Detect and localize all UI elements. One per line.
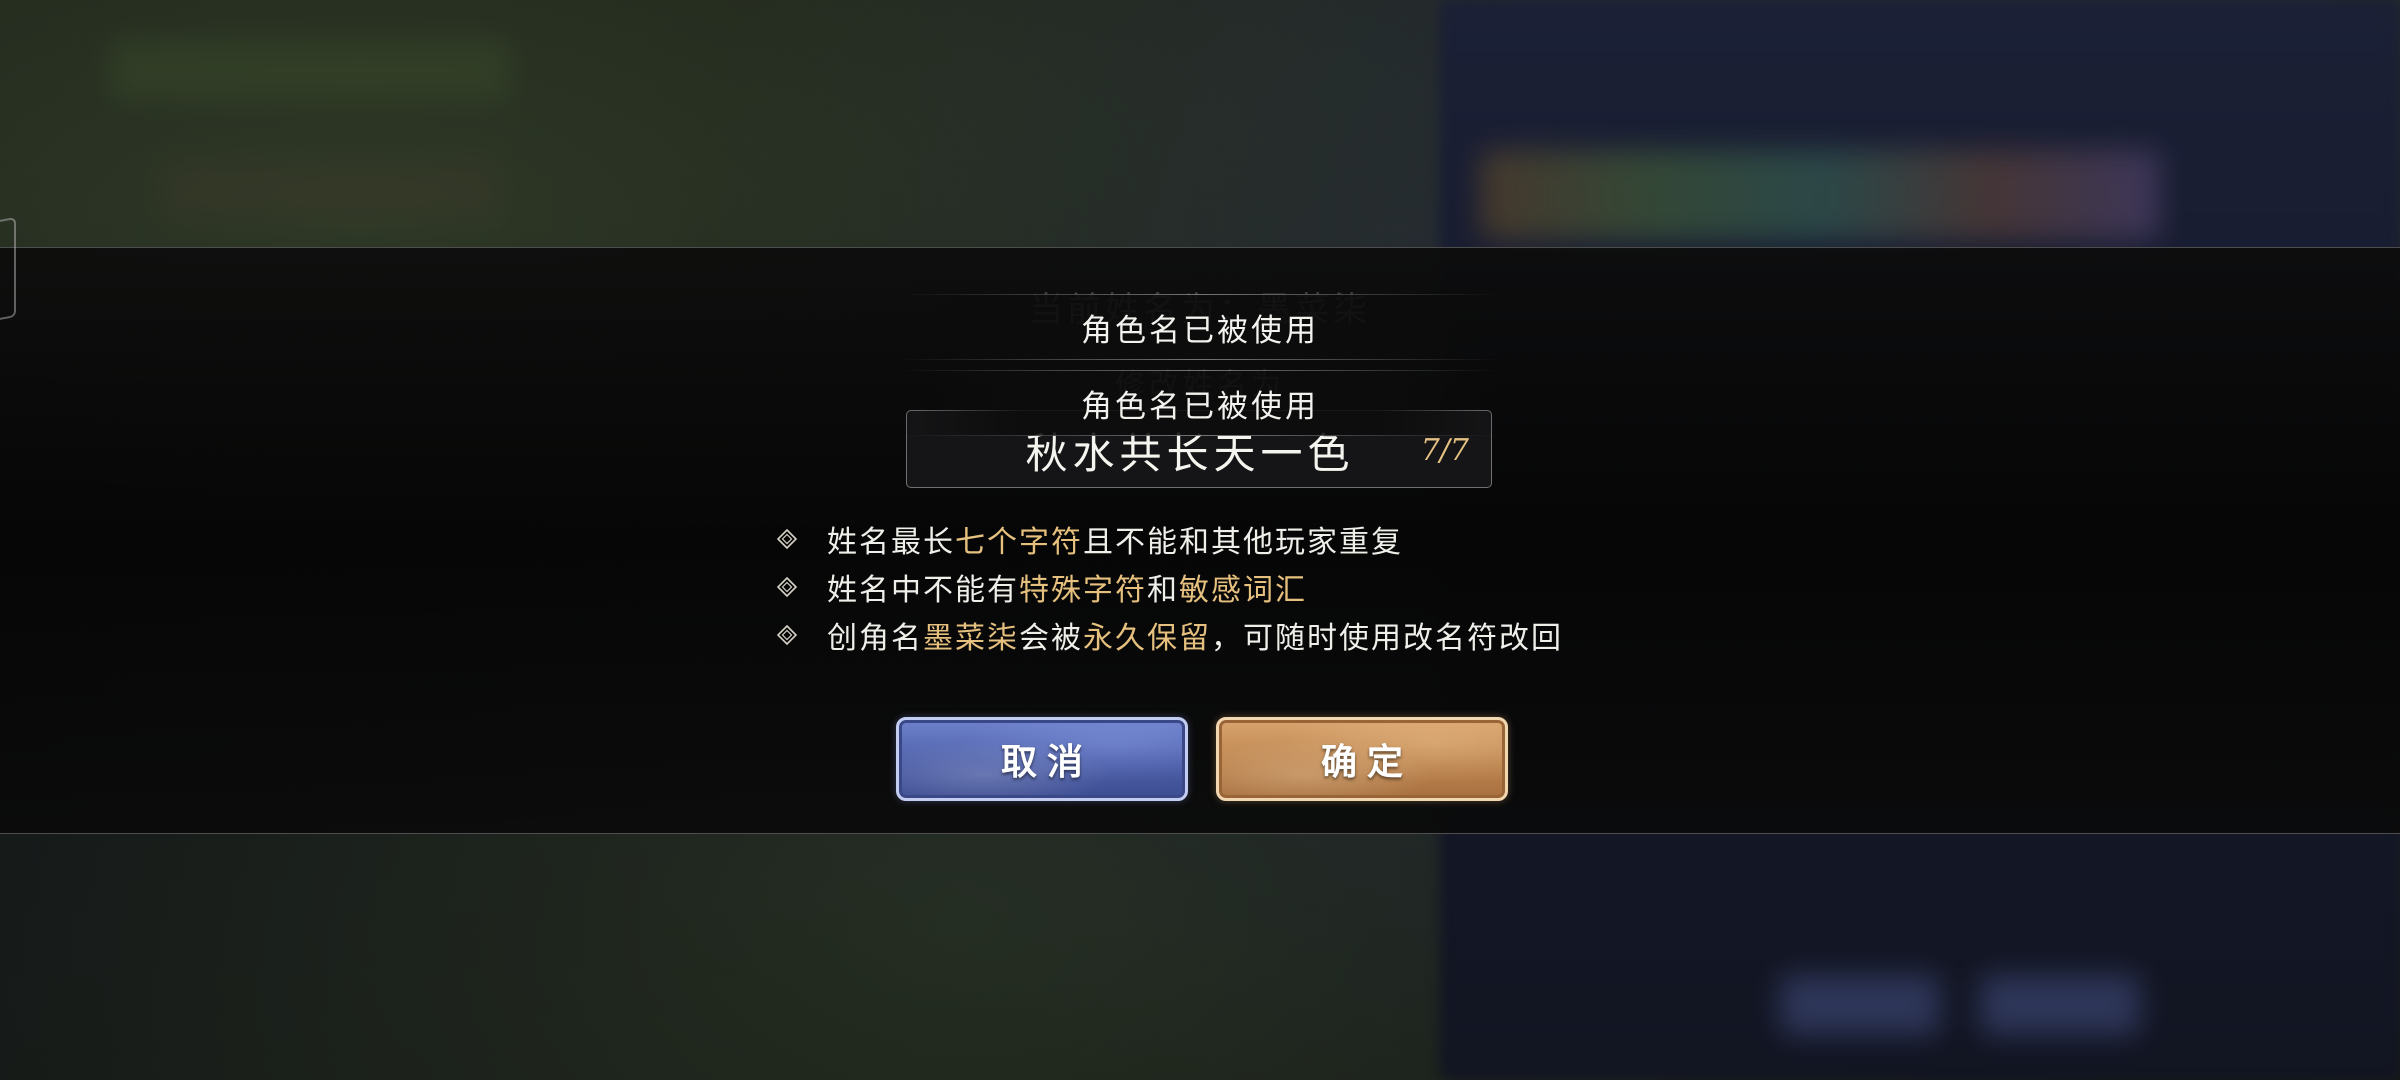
confirm-button[interactable]: 确定 [1216,717,1508,801]
rule-item: 姓名中不能有 特殊字符和敏感词汇 [775,563,1675,611]
rule-highlight: 敏感词汇 [1179,573,1307,608]
cancel-button-label: 取消 [1000,741,1093,783]
rule-text: 和 [1147,573,1179,608]
background-button [1980,975,2140,1035]
background-header [110,40,510,100]
toast-message: 角色名已被使用 [900,294,1500,360]
edge-bracket-decoration [0,217,16,323]
rule-highlight: 墨菜柒 [923,621,1019,656]
rules-list: 姓名最长 七个字符 且不能和其他玩家重复 姓名中不能有 特殊字符和敏感词汇 创角名 墨菜… [775,515,1675,659]
background-button [1780,975,1940,1035]
rule-text: ，可随时使用改名符改回 [1211,621,1563,656]
rule-item: 姓名最长 七个字符 且不能和其他玩家重复 [775,515,1675,563]
game-screen: 当前姓名为：墨菜柒 修改姓名为 秋水共长天一色 7/7 角色名已被使用 角色名已… [0,0,2400,1080]
rule-highlight: 永久保留 [1083,621,1211,656]
diamond-bullet-icon [777,529,797,549]
rule-item: 创角名 墨菜柒 会被 永久保留 ，可随时使用改名符改回 [775,611,1675,659]
toast-message: 角色名已被使用 [900,370,1500,436]
rule-highlight: 特殊字符 [1019,573,1147,608]
cancel-button[interactable]: 取消 [896,717,1188,801]
confirm-button-label: 确定 [1320,741,1413,783]
rule-text: 会被 [1019,621,1083,656]
rule-text: 创角名 [827,621,923,656]
background-label [160,160,500,220]
rule-text: 姓名中不能有 [827,573,1019,608]
rule-text: 姓名最长 [827,525,955,560]
rule-highlight: 七个字符 [955,525,1083,560]
diamond-bullet-icon [777,577,797,597]
diamond-bullet-icon [777,625,797,645]
background-portrait-strip [1480,150,2160,240]
rule-text: 且不能和其他玩家重复 [1083,525,1403,560]
